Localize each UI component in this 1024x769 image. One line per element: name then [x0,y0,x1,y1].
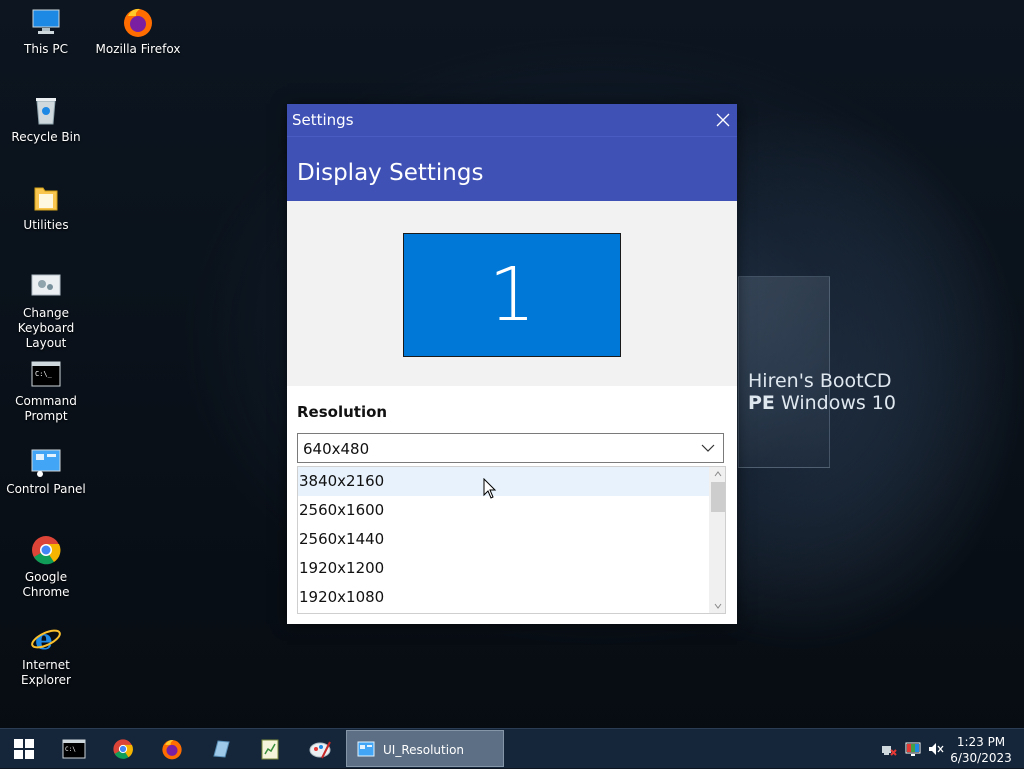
svg-text:e: e [35,623,53,654]
settings-app-icon [357,741,375,757]
close-icon [716,113,730,127]
paint-icon [309,741,331,759]
resolution-option[interactable]: 2560x1600 [298,496,725,525]
blue-tile-app-icon [213,740,230,758]
scroll-up-arrow-icon[interactable] [713,469,723,479]
desktop-icon-label: Utilities [23,218,69,232]
command-prompt-icon: C:\_ [30,358,62,390]
desktop-icon-command-prompt[interactable]: C:\_ Command Prompt [0,358,92,424]
taskbar: C:\ UI_Resolution 1:23 PM 6/30/2023 [0,728,1024,768]
keyboard-layout-icon [30,270,62,302]
dropdown-scrollbar[interactable] [709,467,725,613]
chrome-icon [30,534,62,566]
desktop-icon-keyboard-layout[interactable]: Change Keyboard Layout [0,270,92,351]
settings-header: Display Settings [287,136,737,201]
settings-window: Settings Display Settings 1 Resolution 6… [287,104,737,624]
desktop-icon-label: This PC [24,42,68,56]
desktop-icon-label: Control Panel [6,482,86,496]
desktop-icon-utilities[interactable]: Utilities [0,182,92,233]
desktop-icon-recycle-bin[interactable]: Recycle Bin [0,94,92,145]
desktop-icon-label: Recycle Bin [11,130,81,144]
svg-text:C:\_: C:\_ [35,370,53,378]
desktop-icon-control-panel[interactable]: Control Panel [0,446,92,497]
notepad-chart-icon [261,739,279,760]
desktop-icon-label: Mozilla Firefox [95,42,181,56]
taskbar-command-prompt[interactable]: C:\ [50,729,98,769]
firefox-icon [162,739,182,760]
windows-logo-icon [14,739,34,759]
resolution-option[interactable]: 1920x1080 [298,583,725,612]
network-disconnected-icon[interactable] [881,741,897,757]
desktop-icon-this-pc[interactable]: This PC [0,6,92,57]
resolution-option[interactable]: 1920x1200 [298,554,725,583]
command-prompt-icon: C:\ [62,739,86,759]
internet-explorer-icon: e [30,622,62,656]
resolution-section: Resolution 640x480 3840x2160 2560x1600 2… [287,386,737,624]
svg-text:C:\: C:\ [65,746,76,753]
monitor-1-tile[interactable]: 1 [403,233,621,357]
taskbar-chrome[interactable] [99,729,147,769]
window-titlebar[interactable]: Settings [287,104,737,136]
taskbar-active-task[interactable]: UI_Resolution [346,730,504,767]
desktop-icon-label: Google Chrome [22,570,70,599]
desktop-icon-chrome[interactable]: Google Chrome [0,534,92,600]
resolution-dropdown-list[interactable]: 3840x2160 2560x1600 2560x1440 1920x1200 … [297,466,726,614]
taskbar-firefox[interactable] [148,729,196,769]
this-pc-icon [30,6,62,38]
desktop-icon-label: Change Keyboard Layout [17,306,75,350]
brand-watermark: Hiren's BootCD PE Windows 10 [748,370,896,414]
active-task-label: UI_Resolution [383,743,465,757]
scrollbar-thumb[interactable] [711,482,725,512]
brand-line1: Hiren's BootCD [748,370,892,392]
chevron-down-icon [701,444,715,452]
system-clock[interactable]: 1:23 PM 6/30/2023 [946,734,1016,766]
color-display-icon[interactable] [905,741,921,757]
desktop-icon-firefox[interactable]: Mozilla Firefox [92,6,184,57]
desktop-icon-internet-explorer[interactable]: e Internet Explorer [0,622,92,688]
resolution-combobox[interactable]: 640x480 [297,433,724,463]
taskbar-app-paint[interactable] [296,729,344,769]
desktop-icon-label: Internet Explorer [21,658,71,687]
page-title: Display Settings [297,160,484,186]
close-button[interactable] [709,104,737,136]
taskbar-app-notepad[interactable] [246,729,294,769]
resolution-label: Resolution [297,403,388,421]
resolution-option[interactable]: 3840x2160 [298,467,725,496]
volume-muted-icon[interactable] [928,741,944,757]
start-button[interactable] [0,729,48,769]
resolution-option[interactable]: 2560x1440 [298,525,725,554]
folder-icon [30,182,62,214]
clock-date: 6/30/2023 [950,751,1012,765]
desktop-icon-label: Command Prompt [15,394,77,423]
display-preview-area: 1 [287,201,737,387]
resolution-selected-value: 640x480 [303,440,370,458]
chrome-icon [113,739,133,759]
window-title: Settings [292,111,354,129]
control-panel-icon [30,446,62,478]
brand-line2: PE Windows 10 [748,392,896,414]
scroll-down-arrow-icon[interactable] [713,601,723,611]
taskbar-app-blue-tile[interactable] [197,729,245,769]
mouse-cursor-icon [483,478,497,499]
clock-time: 1:23 PM [956,735,1006,749]
firefox-icon [122,6,154,38]
recycle-bin-icon [30,94,62,126]
